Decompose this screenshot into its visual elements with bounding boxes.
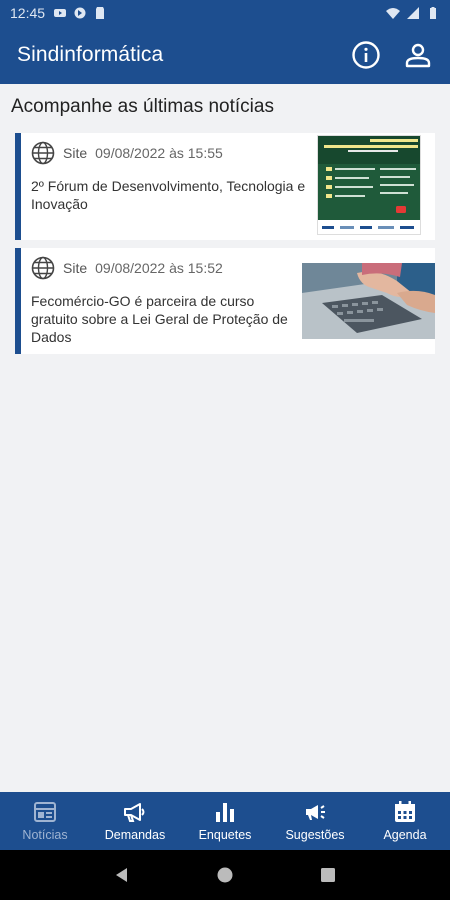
recents-button[interactable] [316,863,340,887]
megaphone-icon [124,803,145,822]
campaign-icon [306,805,325,820]
wifi-icon [386,8,400,19]
system-nav-bar [0,850,450,900]
globe-icon [31,141,55,165]
nav-noticias[interactable]: Notícias [0,792,90,850]
forum-poster-image [318,136,420,234]
nav-label: Enquetes [198,828,252,842]
home-button[interactable] [213,863,237,887]
nav-sugestoes[interactable]: Sugestões [270,792,360,850]
bottom-nav: Notícias Demandas Enquetes Sugestões Age… [0,792,450,850]
back-icon [115,868,127,882]
laptop-typing-image [302,263,435,339]
back-button[interactable] [110,863,134,887]
home-icon [217,867,233,883]
account-icon [405,43,431,68]
nav-label: Notícias [22,828,68,842]
nav-label: Demandas [104,828,166,842]
news-source: Site [63,260,88,276]
section-title: Acompanhe as últimas notícias [11,96,274,117]
status-bar: 12:45 [0,0,450,26]
nav-enquetes[interactable]: Enquetes [180,792,270,850]
bar-chart-icon [216,803,234,822]
news-date: 09/08/2022 às 15:55 [95,145,223,161]
sd-card-icon [96,7,105,19]
newspaper-icon [34,802,56,822]
status-time: 12:45 [10,5,46,21]
nav-label: Agenda [383,828,427,842]
news-title: Fecomércio-GO é parceira de curso gratui… [31,293,288,345]
app-bar: Sindinformática [0,26,450,84]
news-thumbnail [302,263,435,339]
news-date: 09/08/2022 às 15:52 [95,260,223,276]
nav-label: Sugestões [285,828,345,842]
nav-demandas[interactable]: Demandas [90,792,180,850]
calendar-icon [395,801,415,822]
youtube-icon [54,9,67,17]
news-thumbnail [317,135,421,235]
news-card[interactable]: Site 09/08/2022 às 15:52 Fecomércio-GO é… [15,248,435,354]
signal-icon [407,7,419,19]
globe-icon [31,256,55,280]
recents-icon [321,868,336,882]
app-title: Sindinformática [17,43,164,66]
info-button[interactable] [350,39,382,71]
location-icon [74,7,86,19]
news-source: Site [63,145,88,161]
nav-agenda[interactable]: Agenda [360,792,450,850]
news-title: 2º Fórum de Desenvolvimento, Tecnologia … [31,178,306,212]
account-button[interactable] [402,39,434,71]
news-card[interactable]: Site 09/08/2022 às 15:55 2º Fórum de Des… [15,133,435,240]
info-icon [352,41,380,69]
battery-icon [430,7,436,19]
